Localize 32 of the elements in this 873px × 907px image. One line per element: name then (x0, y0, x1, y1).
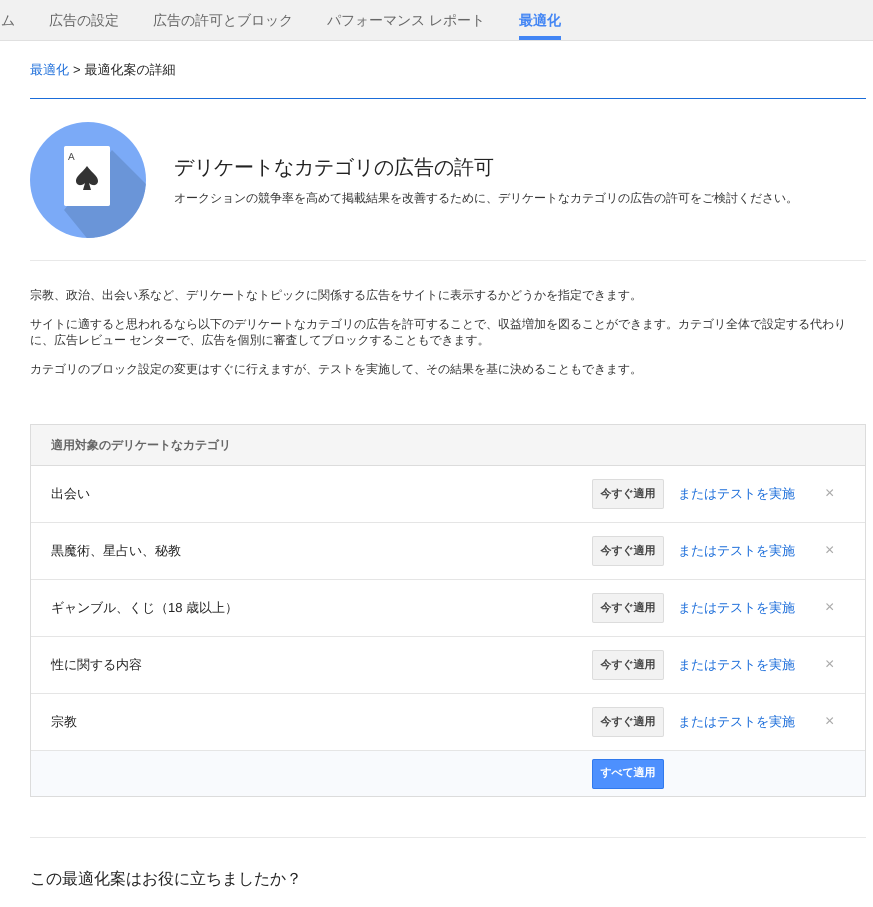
category-name: 宗教 (51, 713, 78, 732)
apply-now-button[interactable]: 今すぐ適用 (592, 707, 664, 737)
nav-tab[interactable]: 広告の設定 (49, 0, 119, 40)
apply-now-button[interactable]: 今すぐ適用 (592, 650, 664, 680)
run-test-link[interactable]: またはテストを実施 (678, 712, 818, 732)
nav-tab[interactable]: 最適化 (518, 0, 561, 40)
apply-now-button[interactable]: 今すぐ適用 (592, 593, 664, 623)
card-title: デリケートなカテゴリの広告の許可 (174, 156, 495, 181)
description-text: カテゴリのブロック設定の変更はすぐに行えますが、テストを実施して、その結果を基に決めることもできます。 (30, 361, 643, 377)
table-header: 適用対象のデリケートなカテゴリ (31, 425, 865, 466)
run-test-link[interactable]: またはテストを実施 (678, 655, 818, 675)
breadcrumb-link[interactable]: 最適化 (30, 60, 69, 80)
description-text: サイトに適すると思われるなら以下のデリケートなカテゴリの広告を許可することで、収益増加を図ることができます。カテゴリ全体で設定する代わりに、広告レビュー センターで、広告を個別に審査してブロックすることもできます。 (30, 316, 847, 348)
playing-card-icon: A (30, 122, 146, 238)
run-test-link[interactable]: またはテストを実施 (678, 484, 818, 504)
category-name: 出会い (51, 485, 91, 504)
category-name: 黒魔術、星占い、秘教 (51, 542, 182, 560)
nav-tab[interactable]: パフォーマンス レポート (327, 0, 485, 40)
nav-tab[interactable]: 広告の許可とブロック (153, 0, 293, 40)
feedback-question: この最適化案はお役に立ちましたか？ (30, 869, 303, 890)
breadcrumb-current: 最適化案の詳細 (84, 60, 176, 79)
apply-all-button[interactable]: すべて適用 (592, 758, 664, 788)
description-text: 宗教、政治、出会い系など、デリケートなトピックに関係する広告をサイトに表示するかどうかを指定できます。 (30, 287, 643, 303)
apply-now-button[interactable]: 今すぐ適用 (592, 536, 664, 566)
apply-now-button[interactable]: 今すぐ適用 (592, 479, 664, 509)
category-name: ギャンブル、くじ（18 歳以上） (51, 599, 240, 618)
category-name: 性に関する内容 (51, 656, 143, 674)
run-test-link[interactable]: またはテストを実施 (678, 541, 818, 561)
run-test-link[interactable]: またはテストを実施 (678, 598, 818, 618)
breadcrumb-separator: > (73, 60, 81, 79)
nav-tab[interactable]: ム (1, 0, 15, 40)
card-subtitle: オークションの競争率を高めて掲載結果を改善するために、デリケートなカテゴリの広告の許可をご検討ください。 (174, 190, 798, 207)
